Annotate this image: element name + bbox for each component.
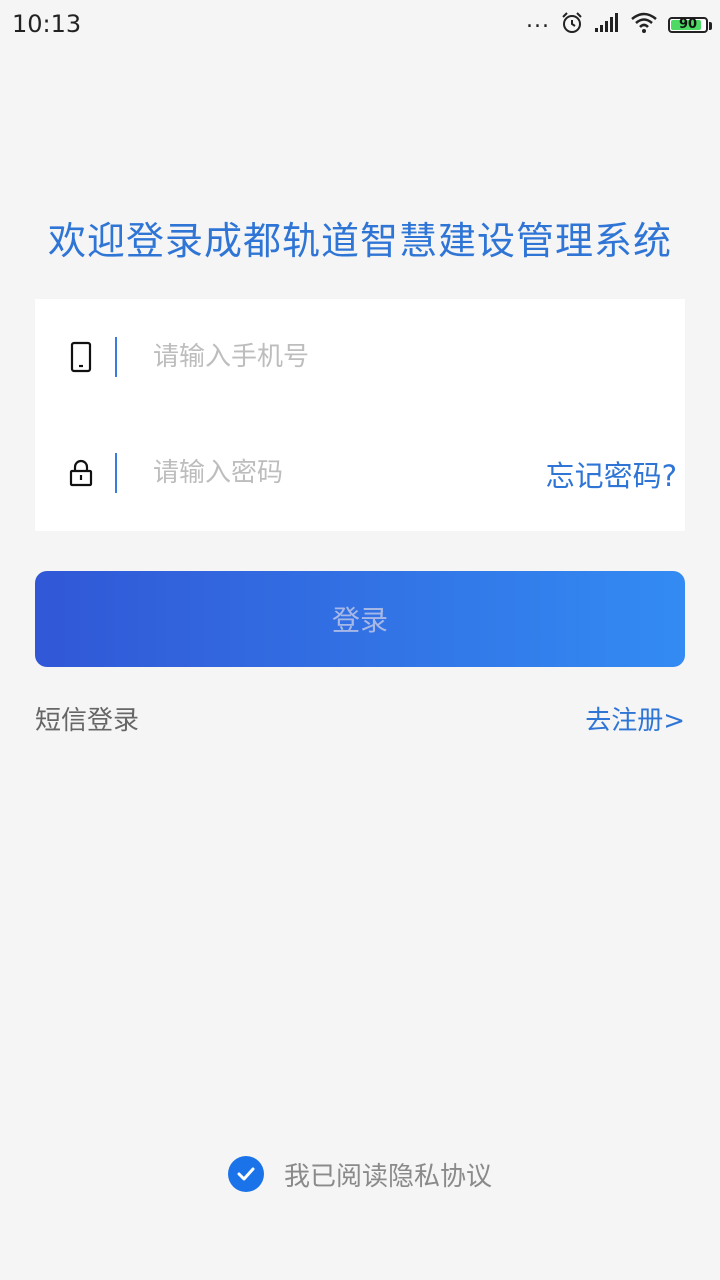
phone-input[interactable] [153, 333, 513, 381]
login-button[interactable]: 登录 [35, 571, 685, 667]
password-row: 忘记密码? [35, 415, 685, 531]
alarm-icon [560, 11, 584, 39]
phone-icon [69, 341, 93, 373]
password-input[interactable] [153, 449, 513, 497]
battery-level: 90 [678, 17, 698, 32]
register-link[interactable]: 去注册> [585, 700, 685, 737]
battery-icon: 90 [668, 17, 712, 33]
lock-icon [69, 457, 93, 489]
password-divider [115, 453, 117, 493]
login-form: 忘记密码? [35, 299, 685, 531]
more-dots-icon: ... [526, 8, 550, 33]
phone-row [35, 299, 685, 415]
agreement-checkbox[interactable] [227, 1156, 264, 1192]
sms-login-link[interactable]: 短信登录 [35, 700, 139, 737]
battery-cap [709, 22, 712, 30]
forgot-password-link[interactable]: 忘记密码? [546, 453, 677, 495]
phone-divider [115, 337, 117, 377]
agreement-text[interactable]: 我已阅读隐私协议 [284, 1156, 492, 1193]
check-icon [237, 1167, 255, 1181]
status-time: 10:13 [12, 10, 82, 38]
status-bar: 10:13 ... 90 [0, 0, 720, 50]
privacy-agreement: 我已阅读隐私协议 [0, 1154, 720, 1194]
page-title: 欢迎登录成都轨道智慧建设管理系统 [47, 219, 672, 263]
signal-icon [594, 13, 620, 37]
status-icons: ... 90 [526, 8, 712, 40]
wifi-icon [630, 12, 658, 38]
